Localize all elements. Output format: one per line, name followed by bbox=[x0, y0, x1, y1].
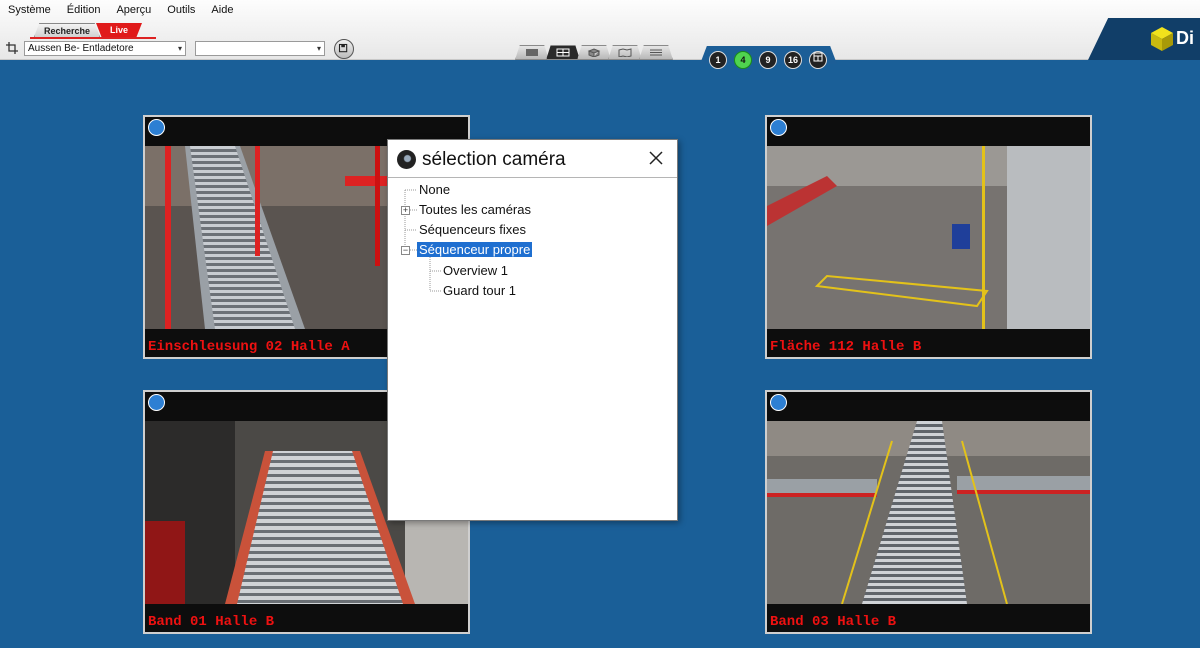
map-icon bbox=[618, 48, 632, 57]
layout-custom-button[interactable] bbox=[809, 51, 827, 69]
menu-systeme[interactable]: Système bbox=[0, 0, 59, 21]
camera-status-icon bbox=[148, 394, 165, 411]
tree-item-own-sequencer[interactable]: Séquenceur propre bbox=[417, 241, 533, 259]
camera-select-value: Aussen Be- Entladetore bbox=[28, 43, 134, 54]
secondary-select[interactable]: ▾ bbox=[195, 41, 325, 56]
cube-icon bbox=[587, 48, 601, 57]
camera-feed-image bbox=[767, 146, 1090, 329]
dialog-title: sélection caméra bbox=[422, 149, 566, 170]
grid-icon bbox=[556, 48, 570, 57]
tab-view-list[interactable] bbox=[639, 45, 673, 60]
camera-selection-dialog: sélection caméra + − None Toutes les cam… bbox=[387, 139, 678, 521]
tree-item-label: Guard tour 1 bbox=[443, 283, 516, 298]
camera-caption: Band 01 Halle B bbox=[148, 614, 275, 630]
tree-item-label: Séquenceur propre bbox=[417, 242, 533, 257]
camera-caption: Band 03 Halle B bbox=[770, 614, 897, 630]
camera-tile-4[interactable]: Band 03 Halle B bbox=[765, 390, 1092, 634]
tree-item-all-cameras[interactable]: Toutes les caméras bbox=[419, 201, 531, 219]
expand-toggle-icon[interactable]: + bbox=[401, 206, 410, 215]
camera-status-icon bbox=[770, 394, 787, 411]
layout-16-button[interactable]: 16 bbox=[784, 51, 802, 69]
tab-view-map[interactable] bbox=[608, 45, 642, 60]
camera-tile-2[interactable]: Fläche 112 Halle B bbox=[765, 115, 1092, 359]
top-toolbar: Système Édition Aperçu Outils Aide Reche… bbox=[0, 0, 1200, 69]
save-icon bbox=[338, 43, 348, 53]
cube-logo-icon bbox=[1151, 27, 1173, 51]
tab-recherche[interactable]: Recherche bbox=[34, 23, 100, 37]
save-button[interactable] bbox=[334, 39, 354, 59]
camera-status-icon bbox=[770, 119, 787, 136]
crop-icon[interactable] bbox=[6, 42, 18, 54]
camera-tree: + − None Toutes les caméras Séquenceurs … bbox=[388, 178, 677, 520]
logo-text: Di bbox=[1176, 28, 1194, 48]
tree-item-none[interactable]: None bbox=[419, 181, 450, 199]
list-icon bbox=[650, 49, 662, 56]
layout-1-button[interactable]: 1 bbox=[709, 51, 727, 69]
layout-4-button[interactable]: 4 bbox=[734, 51, 752, 69]
tree-item-fixed-sequencers[interactable]: Séquenceurs fixes bbox=[419, 221, 526, 239]
close-icon[interactable] bbox=[646, 148, 666, 168]
menu-apercu[interactable]: Aperçu bbox=[108, 0, 159, 21]
tab-underline bbox=[30, 37, 156, 39]
monitor-icon bbox=[526, 49, 538, 56]
tree-item-label: Toutes les caméras bbox=[419, 202, 531, 217]
tab-view-single[interactable] bbox=[515, 45, 549, 60]
camera-caption: Einschleusung 02 Halle A bbox=[148, 339, 350, 355]
tree-item-label: Overview 1 bbox=[443, 263, 509, 278]
view-mode-tabs bbox=[515, 45, 673, 60]
layout-9-button[interactable]: 9 bbox=[759, 51, 777, 69]
camera-status-icon bbox=[148, 119, 165, 136]
camera-icon bbox=[397, 150, 416, 169]
camera-feed-image bbox=[767, 421, 1090, 604]
menu-aide[interactable]: Aide bbox=[203, 0, 241, 21]
chevron-down-icon: ▾ bbox=[177, 44, 182, 53]
tab-live[interactable]: Live bbox=[96, 23, 142, 37]
camera-caption: Fläche 112 Halle B bbox=[770, 339, 922, 355]
tab-view-grid[interactable] bbox=[546, 45, 580, 60]
layout-grid-icon bbox=[813, 52, 823, 62]
chevron-down-icon: ▾ bbox=[316, 44, 321, 53]
tab-view-3d[interactable] bbox=[577, 45, 611, 60]
tree-item-label: Séquenceurs fixes bbox=[419, 222, 526, 237]
dialog-titlebar[interactable]: sélection caméra bbox=[388, 140, 677, 178]
tree-item-guard-tour-1[interactable]: Guard tour 1 bbox=[443, 282, 516, 300]
tree-item-overview-1[interactable]: Overview 1 bbox=[443, 262, 508, 280]
camera-select[interactable]: Aussen Be- Entladetore ▾ bbox=[24, 41, 186, 56]
collapse-toggle-icon[interactable]: − bbox=[401, 246, 410, 255]
brand-logo: Di bbox=[1088, 18, 1200, 60]
menu-edition[interactable]: Édition bbox=[59, 0, 109, 21]
menu-bar: Système Édition Aperçu Outils Aide bbox=[0, 0, 241, 21]
menu-outils[interactable]: Outils bbox=[159, 0, 203, 21]
tree-item-label: None bbox=[419, 182, 451, 197]
